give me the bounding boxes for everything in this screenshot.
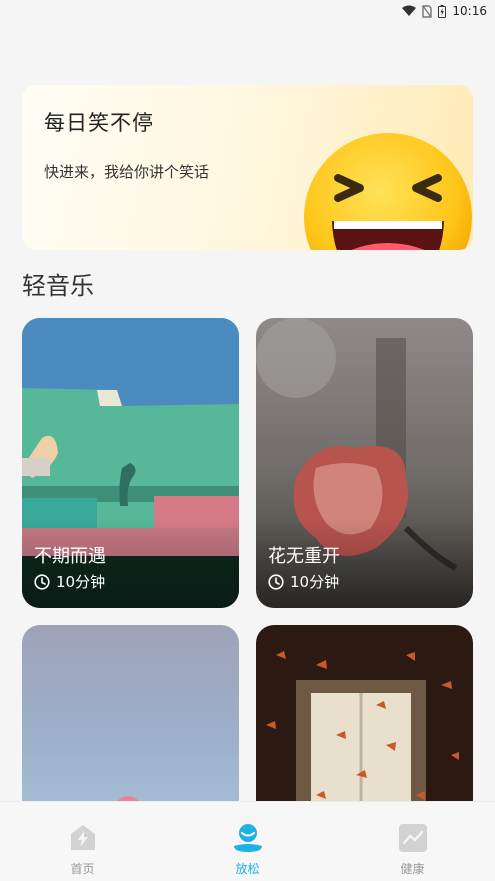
card-duration: 10分钟 <box>268 571 339 592</box>
wifi-icon <box>402 5 417 17</box>
nav-label: 放松 <box>235 862 260 876</box>
no-sim-icon <box>422 4 433 18</box>
nav-item-health[interactable]: 健康 <box>330 802 495 881</box>
card-title: 花无重开 <box>268 546 340 567</box>
banner-title: 每日笑不停 <box>44 111 154 135</box>
nav-label: 首页 <box>70 862 95 876</box>
battery-icon <box>438 4 447 18</box>
card-title: 不期而遇 <box>34 546 106 567</box>
lightning-home-icon <box>70 825 95 850</box>
nav-item-home[interactable]: 首页 <box>0 802 165 881</box>
nav-item-relax[interactable]: 放松 <box>165 802 330 881</box>
health-chart-icon <box>398 824 427 852</box>
card-image <box>256 625 473 825</box>
music-card[interactable] <box>256 625 473 825</box>
nav-label: 健康 <box>400 862 425 876</box>
laughing-emoji-icon <box>304 133 472 250</box>
clock-icon <box>268 573 284 590</box>
music-card[interactable]: 不期而遇 10分钟 <box>22 318 239 608</box>
clock-icon <box>34 573 50 590</box>
duration-text: 10分钟 <box>290 573 340 591</box>
card-image <box>22 625 239 825</box>
bottom-nav: 首页 放松 健康 <box>0 801 495 881</box>
section-title: 轻音乐 <box>22 272 94 300</box>
card-duration: 10分钟 <box>34 571 105 592</box>
banner-subtitle: 快进来，我给你讲个笑话 <box>44 163 210 181</box>
joke-banner[interactable]: 每日笑不停 快进来，我给你讲个笑话 <box>22 85 473 250</box>
status-bar: 10:16 <box>0 0 495 22</box>
status-time: 10:16 <box>452 4 487 18</box>
music-card[interactable] <box>22 625 239 825</box>
duration-text: 10分钟 <box>56 573 106 591</box>
music-card[interactable]: 花无重开 10分钟 <box>256 318 473 608</box>
relax-person-icon <box>233 824 262 852</box>
